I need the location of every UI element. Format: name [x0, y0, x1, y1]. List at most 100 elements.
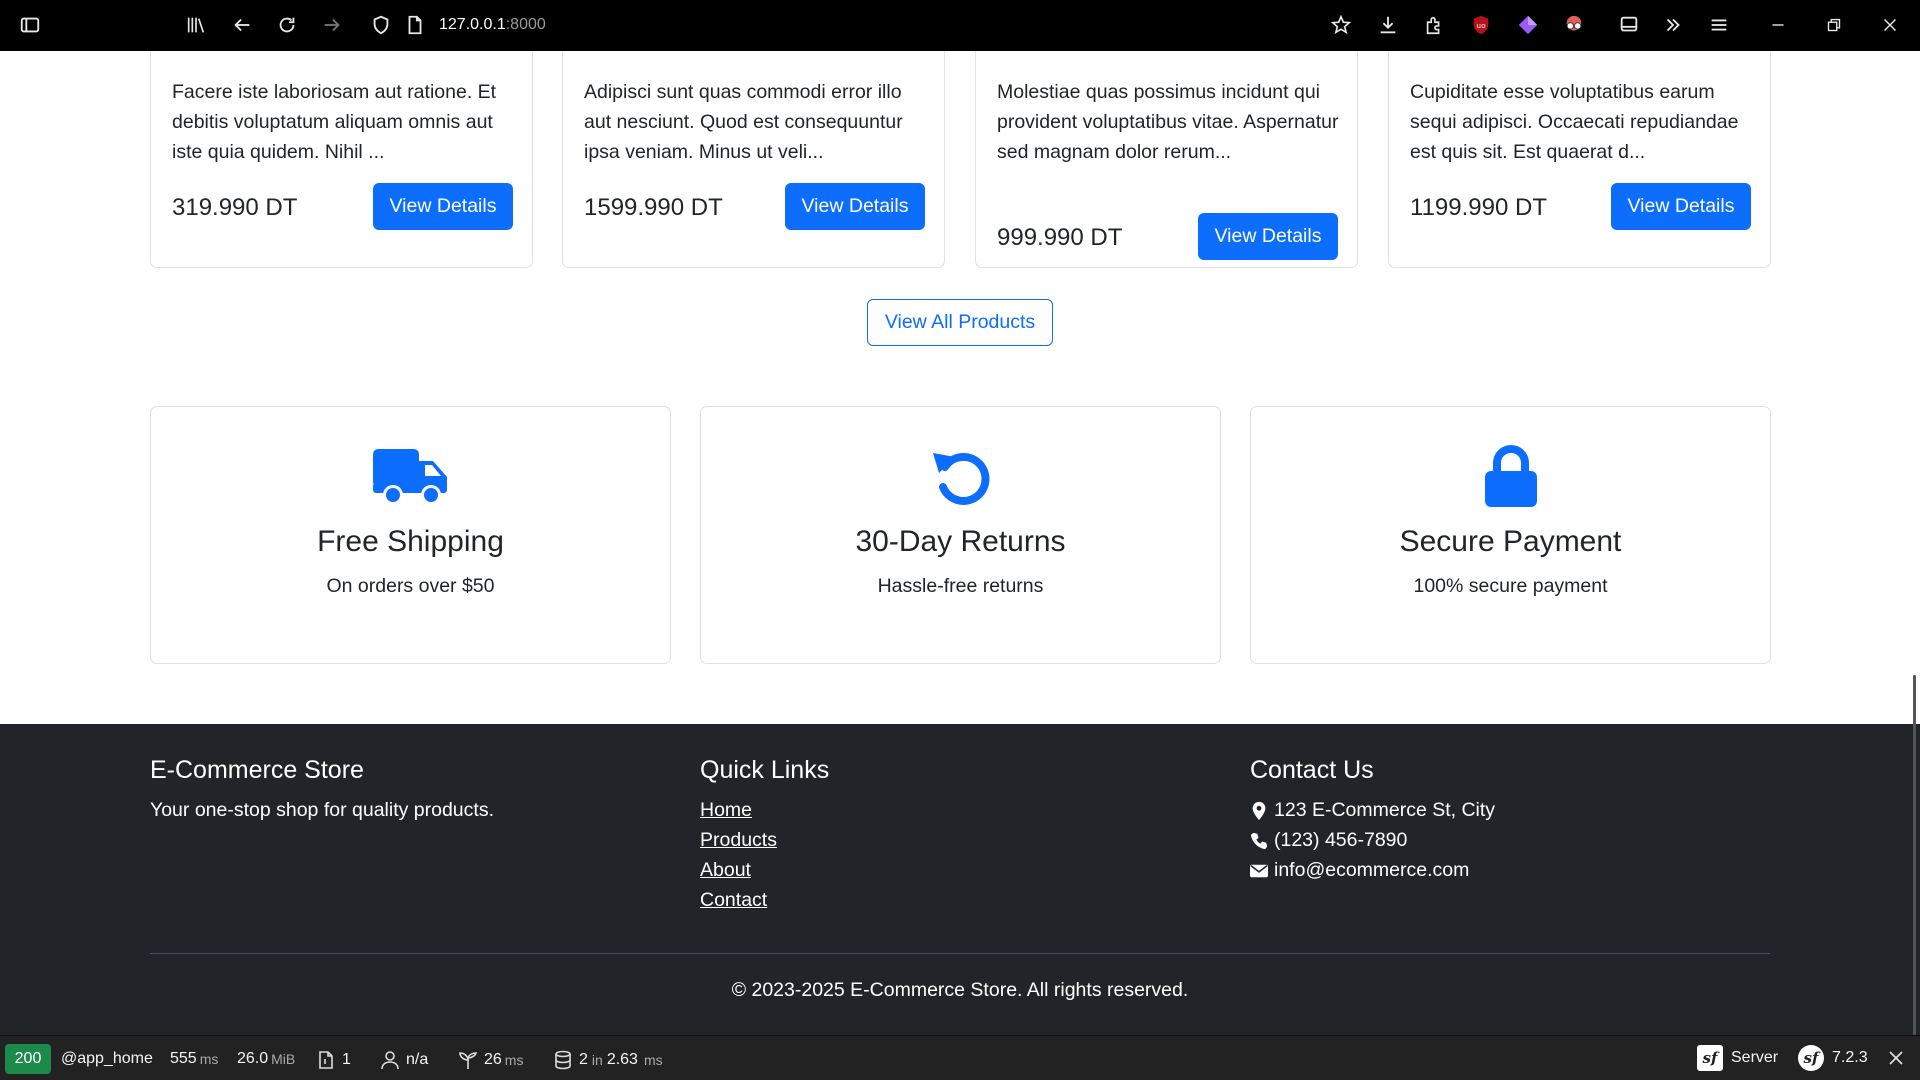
feature-card-shipping: Free Shipping On orders over $50: [150, 406, 671, 664]
footer-divider: [150, 953, 1770, 954]
footer-tagline: Your one-stop shop for quality products.: [150, 799, 494, 821]
debug-twig-value: 26: [484, 1051, 502, 1068]
product-description: Cupiditate esse voluptatibus earum sequi…: [1410, 81, 1739, 163]
footer-link-contact[interactable]: Contact: [700, 889, 767, 912]
truck-icon: [151, 445, 670, 509]
twig-icon: [459, 1052, 478, 1069]
url-field[interactable]: 127.0.0.1:8000: [439, 16, 546, 34]
footer-store-title: E-Commerce Store: [150, 756, 364, 784]
reload-icon[interactable]: [275, 13, 299, 37]
debug-database[interactable]: 2 in 2.63 ms: [553, 1050, 663, 1070]
feature-card-returns: 30-Day Returns Hassle-free returns: [700, 406, 1221, 664]
feature-title: Secure Payment: [1399, 525, 1622, 558]
url-host: 127.0.0.1: [439, 16, 506, 33]
product-card: Facere iste laboriosam aut ratione. Et d…: [150, 51, 533, 268]
site-footer: E-Commerce Store Your one-stop shop for …: [0, 724, 1920, 1035]
feature-title: 30-Day Returns: [855, 525, 1066, 558]
debug-toolbar: 200 @app_home 555 ms 26.0 MiB 1 n/a 26 ms 2…: [0, 1035, 1920, 1080]
debug-twig-unit: ms: [504, 1052, 524, 1068]
browser-toolbar: 127.0.0.1:8000 uo: [0, 0, 1920, 51]
symfony-logo-icon: sf: [1697, 1045, 1723, 1071]
library-icon[interactable]: [184, 13, 208, 37]
overflow-chevrons-icon[interactable]: [1661, 13, 1685, 37]
footer-link-products[interactable]: Products: [700, 829, 777, 852]
url-port: :8000: [505, 16, 546, 33]
debug-memory-value: 26.0: [237, 1050, 269, 1067]
footer-link-home[interactable]: Home: [700, 799, 752, 822]
forward-icon[interactable]: [320, 13, 344, 37]
symfony-version-icon: sf: [1798, 1045, 1824, 1071]
ublock-icon[interactable]: uo: [1469, 13, 1493, 37]
feature-subtitle: Hassle-free returns: [877, 575, 1044, 597]
view-all-products-button[interactable]: View All Products: [867, 299, 1053, 346]
debug-twig[interactable]: 26 ms: [458, 1050, 523, 1070]
product-description: Molestiae quas possimus incidunt qui pro…: [997, 81, 1339, 163]
page-scrollbar[interactable]: [1913, 675, 1916, 1035]
debug-db-unit: ms: [643, 1052, 663, 1068]
view-details-button[interactable]: View Details: [373, 183, 513, 230]
product-card: Cupiditate esse voluptatibus earum sequi…: [1388, 51, 1771, 268]
shield-icon[interactable]: [369, 13, 393, 37]
product-card: Molestiae quas possimus incidunt qui pro…: [975, 51, 1358, 268]
product-price: 999.990 DT: [997, 224, 1123, 251]
debug-db-queries: 2: [579, 1051, 588, 1068]
debug-db-time: 2.63: [606, 1051, 638, 1068]
menu-icon[interactable]: [1707, 13, 1731, 37]
debug-memory[interactable]: 26.0 MiB: [237, 1050, 295, 1068]
feature-card-payment: Secure Payment 100% secure payment: [1250, 406, 1771, 664]
close-window-icon[interactable]: [1878, 13, 1902, 37]
map-marker-icon: [1252, 801, 1266, 820]
feature-subtitle: On orders over $50: [326, 575, 495, 597]
downloads-icon[interactable]: [1376, 13, 1400, 37]
product-price: 1199.990 DT: [1410, 194, 1547, 221]
sidebar-toggle-icon[interactable]: [18, 13, 42, 37]
back-icon[interactable]: [230, 13, 254, 37]
contact-address-text: 123 E-Commerce St, City: [1274, 799, 1496, 821]
minimize-icon[interactable]: [1766, 13, 1790, 37]
extensions-icon[interactable]: [1422, 13, 1446, 37]
extension-glasses-icon[interactable]: [1562, 13, 1586, 37]
phone-icon: [1250, 832, 1268, 849]
contact-phone: (123) 456-7890: [1250, 829, 1407, 852]
debug-server[interactable]: sf Server: [1697, 1045, 1778, 1071]
database-icon: [555, 1050, 571, 1070]
restore-icon[interactable]: [1822, 13, 1846, 37]
footer-contact-title: Contact Us: [1250, 756, 1374, 784]
debug-user-value: n/a: [406, 1051, 429, 1068]
view-details-button[interactable]: View Details: [1611, 183, 1751, 230]
product-price: 319.990 DT: [172, 194, 298, 221]
bookmark-star-icon[interactable]: [1329, 13, 1353, 37]
contact-phone-text: (123) 456-7890: [1274, 829, 1408, 851]
undo-icon: [701, 445, 1220, 509]
extension-gem-icon[interactable]: [1516, 13, 1540, 37]
debug-forms[interactable]: 1: [316, 1050, 351, 1070]
debug-memory-unit: MiB: [271, 1051, 296, 1067]
close-toolbar-icon[interactable]: [1886, 1048, 1906, 1068]
svg-text:uo: uo: [1476, 21, 1486, 30]
feature-title: Free Shipping: [317, 525, 504, 558]
product-card: Adipisci sunt quas commodi error illo au…: [562, 51, 945, 268]
debug-forms-count: 1: [342, 1051, 351, 1068]
view-details-button[interactable]: View Details: [1198, 213, 1338, 260]
product-price: 1599.990 DT: [584, 194, 723, 221]
page-icon: [403, 13, 427, 37]
debug-user[interactable]: n/a: [380, 1050, 428, 1070]
status-badge[interactable]: 200: [5, 1044, 51, 1074]
contact-address: 123 E-Commerce St, City: [1250, 799, 1495, 822]
envelope-icon: [1250, 864, 1268, 877]
page-content: Facere iste laboriosam aut ratione. Et d…: [0, 51, 1920, 724]
footer-quick-links-title: Quick Links: [700, 756, 830, 784]
contact-email: info@ecommerce.com: [1250, 859, 1469, 882]
debug-time-value: 555: [170, 1050, 197, 1067]
footer-link-about[interactable]: About: [700, 859, 751, 882]
debug-db-in: in: [591, 1052, 603, 1068]
debug-version[interactable]: sf 7.2.3: [1798, 1045, 1868, 1071]
view-details-button[interactable]: View Details: [785, 183, 925, 230]
document-icon: [319, 1051, 333, 1069]
debug-time[interactable]: 555 ms: [170, 1050, 218, 1068]
reader-view-icon[interactable]: [1617, 13, 1641, 37]
debug-server-label: Server: [1731, 1049, 1779, 1066]
contact-email-text: info@ecommerce.com: [1274, 859, 1470, 881]
debug-route[interactable]: @app_home: [61, 1050, 153, 1068]
debug-time-unit: ms: [199, 1051, 219, 1067]
